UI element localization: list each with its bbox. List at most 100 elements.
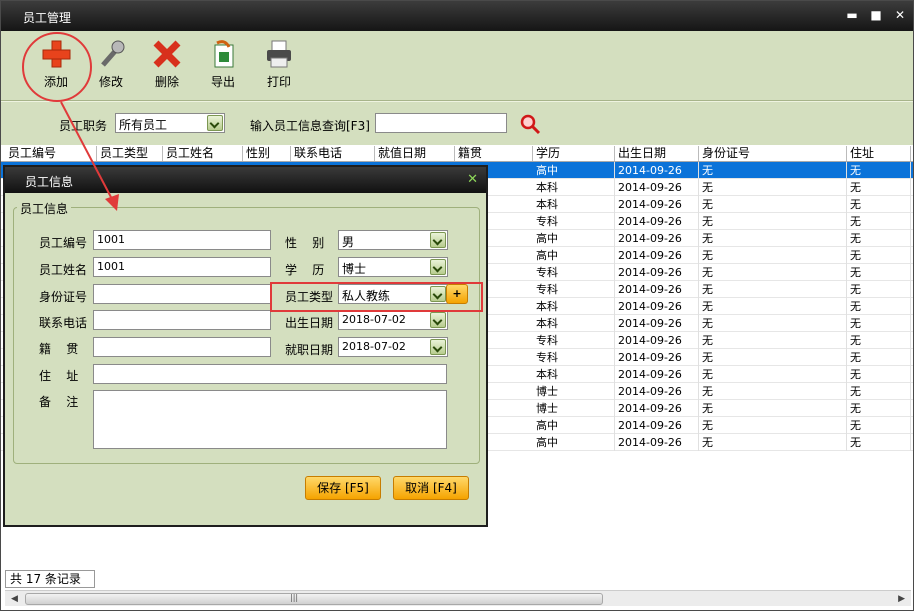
minimize-icon[interactable]: ▬ (845, 8, 859, 22)
table-cell: 无 (847, 281, 911, 298)
table-cell: 专科 (533, 332, 615, 349)
birth-value: 2018-07-02 (342, 313, 406, 326)
table-cell: 无 (847, 315, 911, 332)
table-cell: 2014-09-26 (615, 298, 699, 315)
table-cell: 无 (847, 196, 911, 213)
table-cell: 2014-09-26 (615, 247, 699, 264)
edit-button[interactable]: 修改 (89, 39, 133, 90)
employee-info-dialog: 员工信息 ✕ 员工信息 员工编号 1001 员工姓名 1001 身份证号 联系电… (3, 165, 488, 527)
phone-label: 联系电话 (39, 316, 88, 330)
horizontal-scrollbar[interactable]: ◀ ||| ▶ (5, 590, 911, 606)
birth-label: 出生日期 (285, 316, 334, 330)
hire-value: 2018-07-02 (342, 340, 406, 353)
table-cell: 高中 (533, 230, 615, 247)
table-cell: 无 (847, 434, 911, 451)
position-select[interactable]: 所有员工 (115, 113, 225, 133)
gender-label: 性 别 (285, 236, 325, 250)
col-header[interactable]: 联系电话 (291, 146, 375, 161)
col-header[interactable]: 身份证号 (699, 146, 847, 161)
close-icon[interactable]: ✕ (467, 172, 478, 187)
gender-select[interactable]: 男 (338, 230, 448, 250)
excel-export-icon (207, 39, 239, 69)
table-cell: 2014-09-26 (615, 230, 699, 247)
native-input[interactable] (93, 337, 271, 357)
emp-name-input[interactable]: 1001 (93, 257, 271, 277)
table-cell: 专科 (533, 213, 615, 230)
scroll-thumb[interactable] (25, 593, 603, 605)
maximize-icon[interactable]: ■ (869, 8, 883, 22)
col-header[interactable]: 出生日期 (615, 146, 699, 161)
table-cell: 2014-09-26 (615, 383, 699, 400)
birth-date-picker[interactable]: 2018-07-02 (338, 310, 448, 330)
col-header[interactable]: 就值日期 (375, 146, 455, 161)
table-cell: 高中 (533, 434, 615, 451)
table-cell: 无 (847, 383, 911, 400)
table-cell: 2014-09-26 (615, 417, 699, 434)
close-icon[interactable]: ✕ (893, 8, 907, 22)
table-cell: 无 (847, 230, 911, 247)
scroll-right-icon[interactable]: ▶ (898, 594, 905, 604)
table-cell: 无 (847, 247, 911, 264)
table-cell: 无 (699, 298, 847, 315)
annotation-box (270, 282, 483, 312)
window-title: 员工管理 (23, 11, 72, 25)
search-magnifier-icon[interactable] (519, 113, 541, 135)
grip-icon: ||| (290, 593, 299, 602)
table-header: 员工编号 员工类型 员工姓名 性别 联系电话 就值日期 籍贯 学历 出生日期 身… (1, 145, 913, 162)
hire-label: 就职日期 (285, 343, 334, 357)
hire-date-picker[interactable]: 2018-07-02 (338, 337, 448, 357)
table-cell: 无 (847, 332, 911, 349)
dialog-title: 员工信息 (25, 175, 74, 189)
annotation-circle (22, 32, 92, 102)
remark-textarea[interactable] (93, 390, 447, 449)
idcard-input[interactable] (93, 284, 271, 304)
position-select-value: 所有员工 (119, 118, 168, 132)
address-input[interactable] (93, 364, 447, 384)
table-cell: 无 (699, 264, 847, 281)
delete-label: 删除 (154, 75, 179, 89)
print-button[interactable]: 打印 (257, 39, 301, 90)
cancel-button[interactable]: 取消 [F4] (393, 476, 469, 500)
search-label: 输入员工信息查询[F3] (250, 119, 370, 133)
table-cell: 2014-09-26 (615, 264, 699, 281)
save-button[interactable]: 保存 [F5] (305, 476, 381, 500)
table-cell: 高中 (533, 162, 615, 179)
delete-button[interactable]: 删除 (145, 39, 189, 90)
edu-value: 博士 (342, 262, 367, 276)
table-cell: 2014-09-26 (615, 315, 699, 332)
table-cell: 无 (699, 417, 847, 434)
delete-x-icon (151, 39, 183, 69)
col-header[interactable]: 籍贯 (455, 146, 533, 161)
export-button[interactable]: 导出 (201, 39, 245, 90)
gender-value: 男 (342, 235, 355, 249)
col-header[interactable]: 员工类型 (97, 146, 163, 161)
col-header[interactable]: 学历 (533, 146, 615, 161)
col-header[interactable]: 员工编号 (5, 146, 97, 161)
table-cell: 无 (699, 281, 847, 298)
table-cell: 无 (699, 230, 847, 247)
table-cell: 高中 (533, 247, 615, 264)
col-header[interactable]: 性别 (243, 146, 291, 161)
chevron-down-icon (430, 259, 446, 275)
title-bar: 员工管理 ▬ ■ ✕ (1, 1, 913, 31)
col-header[interactable]: 员工姓名 (163, 146, 243, 161)
edit-label: 修改 (98, 75, 123, 89)
table-cell: 专科 (533, 281, 615, 298)
phone-input[interactable] (93, 310, 271, 330)
emp-no-input[interactable]: 1001 (93, 230, 271, 250)
emp-name-label: 员工姓名 (39, 263, 88, 277)
edu-select[interactable]: 博士 (338, 257, 448, 277)
table-cell: 本科 (533, 315, 615, 332)
table-cell: 无 (699, 400, 847, 417)
remark-label: 备 注 (39, 395, 79, 409)
table-cell: 专科 (533, 349, 615, 366)
table-cell: 无 (847, 298, 911, 315)
search-input[interactable] (375, 113, 507, 133)
position-label: 员工职务 (59, 119, 108, 133)
dialog-title-bar: 员工信息 ✕ (5, 167, 486, 193)
table-cell: 无 (847, 213, 911, 230)
col-header[interactable]: 住址 (847, 146, 911, 161)
scroll-left-icon[interactable]: ◀ (11, 594, 18, 604)
group-legend: 员工信息 (17, 200, 72, 217)
print-label: 打印 (266, 75, 291, 89)
